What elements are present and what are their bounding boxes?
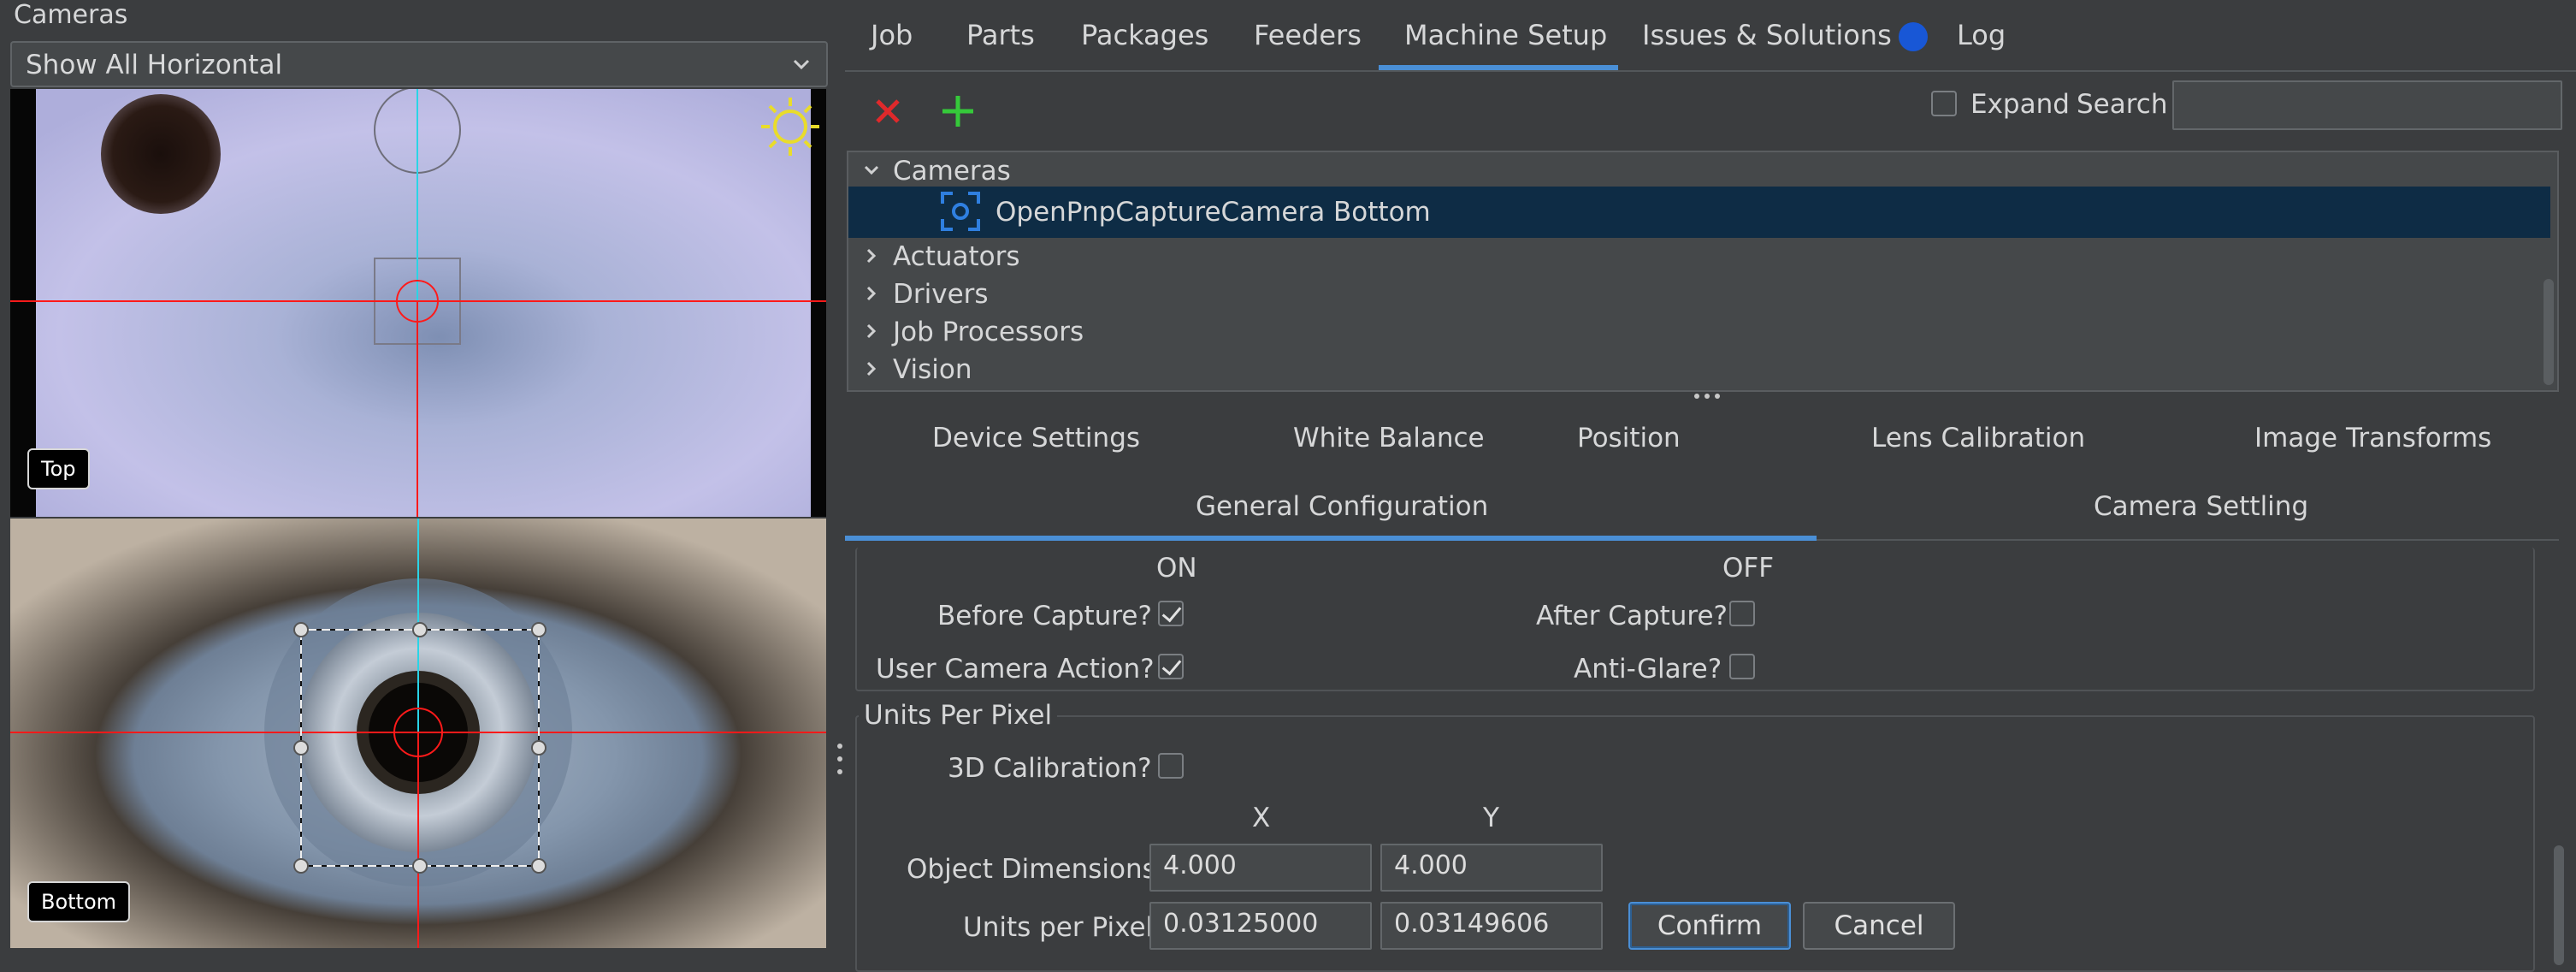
cameras-panel-title: Cameras [14, 0, 128, 30]
chevron-right-icon[interactable] [864, 248, 879, 264]
delete-icon[interactable] [871, 94, 905, 128]
y-header: Y [1483, 803, 1499, 833]
tab-position[interactable]: Position [1577, 423, 1681, 453]
anti-glare-label: Anti-Glare? [1574, 654, 1722, 685]
tab-white-balance[interactable]: White Balance [1293, 423, 1485, 453]
tab-camera-settling[interactable]: Camera Settling [2094, 491, 2308, 522]
before-capture-checkbox[interactable] [1158, 601, 1184, 626]
tree-node-actuators[interactable]: Actuators [848, 238, 2550, 276]
anti-glare-checkbox[interactable] [1729, 654, 1755, 679]
main-area: Job Parts Packages Feeders Machine Setup… [845, 0, 2576, 972]
chevron-down-icon [793, 59, 810, 70]
confirm-button[interactable]: Confirm [1628, 902, 1791, 950]
calibration-3d-label: 3D Calibration? [948, 753, 1152, 784]
bottom-camera-image [10, 519, 826, 948]
after-capture-checkbox[interactable] [1729, 601, 1755, 626]
tab-parts[interactable]: Parts [966, 19, 1035, 51]
search-input[interactable] [2172, 80, 2562, 130]
object-dimension-y-input[interactable]: 4.000 [1380, 844, 1603, 892]
tab-packages[interactable]: Packages [1081, 19, 1208, 51]
settings-scrollbar[interactable] [2554, 845, 2564, 965]
add-icon[interactable] [939, 92, 977, 130]
units-per-pixel-x-input[interactable]: 0.03125000 [1149, 902, 1372, 950]
camera-icon [941, 192, 980, 231]
top-camera-label: Top [27, 448, 90, 489]
tree-node-cameras[interactable]: Cameras [848, 152, 2550, 190]
active-subtab-indicator [845, 536, 1817, 541]
top-camera-image [10, 89, 826, 517]
tab-lens-calibration[interactable]: Lens Calibration [1871, 423, 2085, 453]
before-capture-label: Before Capture? [937, 601, 1152, 631]
x-header: X [1252, 803, 1271, 833]
calibration-3d-checkbox[interactable] [1158, 753, 1184, 779]
on-header: ON [1156, 553, 1197, 584]
tree-node-vision[interactable]: Vision [848, 351, 2550, 388]
tab-feeders[interactable]: Feeders [1254, 19, 1362, 51]
tree-node-label: Drivers [893, 279, 989, 310]
tab-machine-setup[interactable]: Machine Setup [1404, 19, 1607, 51]
subtab-divider [1817, 539, 2559, 541]
splitter-handle-icon [837, 744, 842, 774]
tree-node-job-processors[interactable]: Job Processors [848, 313, 2550, 351]
search-label: Search [2077, 89, 2168, 120]
cameras-panel: Cameras Show All Horizontal Top Bottom [0, 0, 835, 965]
units-per-pixel-title: Units Per Pixel [859, 700, 1058, 731]
top-camera-view[interactable]: Top [10, 89, 826, 517]
main-tabs: Job Parts Packages Feeders Machine Setup… [845, 0, 2576, 72]
expand-checkbox[interactable] [1931, 91, 1957, 116]
tab-image-transforms[interactable]: Image Transforms [2254, 423, 2491, 453]
tree-node-label: OpenPnpCaptureCamera Bottom [996, 197, 1431, 228]
object-dimension-x-input[interactable]: 4.000 [1149, 844, 1372, 892]
camera-view-select-value: Show All Horizontal [26, 50, 283, 80]
tab-issues-solutions-label: Issues & Solutions [1642, 19, 1892, 51]
tab-device-settings[interactable]: Device Settings [932, 423, 1140, 453]
resize-handle-icon[interactable] [1690, 392, 1724, 400]
expand-label: Expand [1970, 89, 2070, 120]
bottom-camera-view[interactable]: Bottom [10, 519, 826, 948]
user-camera-action-label: User Camera Action? [876, 654, 1155, 685]
active-tab-indicator [1379, 65, 1618, 70]
user-camera-action-checkbox[interactable] [1158, 654, 1184, 679]
chevron-right-icon[interactable] [864, 286, 879, 301]
camera-view-select[interactable]: Show All Horizontal [10, 41, 828, 87]
after-capture-label: After Capture? [1536, 601, 1728, 631]
tree-node-selected-camera[interactable]: OpenPnpCaptureCamera Bottom [848, 187, 2550, 238]
tab-issues-solutions[interactable]: Issues & Solutions [1642, 19, 1928, 51]
panel-splitter[interactable] [835, 0, 845, 965]
tree-node-label: Vision [893, 354, 972, 385]
bottom-camera-label: Bottom [27, 881, 131, 922]
chevron-right-icon[interactable] [864, 361, 879, 376]
chevron-down-icon[interactable] [864, 163, 879, 178]
sun-icon[interactable] [758, 94, 823, 159]
machine-tree: Cameras OpenPnpCaptureCamera Bottom Actu… [847, 151, 2559, 392]
tab-job[interactable]: Job [871, 19, 913, 51]
tree-node-label: Cameras [893, 156, 1011, 187]
cancel-button[interactable]: Cancel [1803, 902, 1955, 950]
issues-indicator-icon [1898, 22, 1928, 51]
tree-node-label: Job Processors [893, 317, 1084, 347]
units-per-pixel-label: Units per Pixel [963, 912, 1154, 943]
tab-general-configuration[interactable]: General Configuration [1196, 491, 1488, 522]
units-per-pixel-y-input[interactable]: 0.03149606 [1380, 902, 1603, 950]
off-header: OFF [1722, 553, 1775, 584]
tree-node-drivers[interactable]: Drivers [848, 276, 2550, 313]
tree-scrollbar[interactable] [2544, 279, 2554, 385]
tree-node-label: Actuators [893, 241, 1020, 272]
tab-log[interactable]: Log [1957, 19, 2006, 51]
chevron-right-icon[interactable] [864, 323, 879, 339]
object-dimensions-label: Object Dimensions [907, 854, 1156, 885]
